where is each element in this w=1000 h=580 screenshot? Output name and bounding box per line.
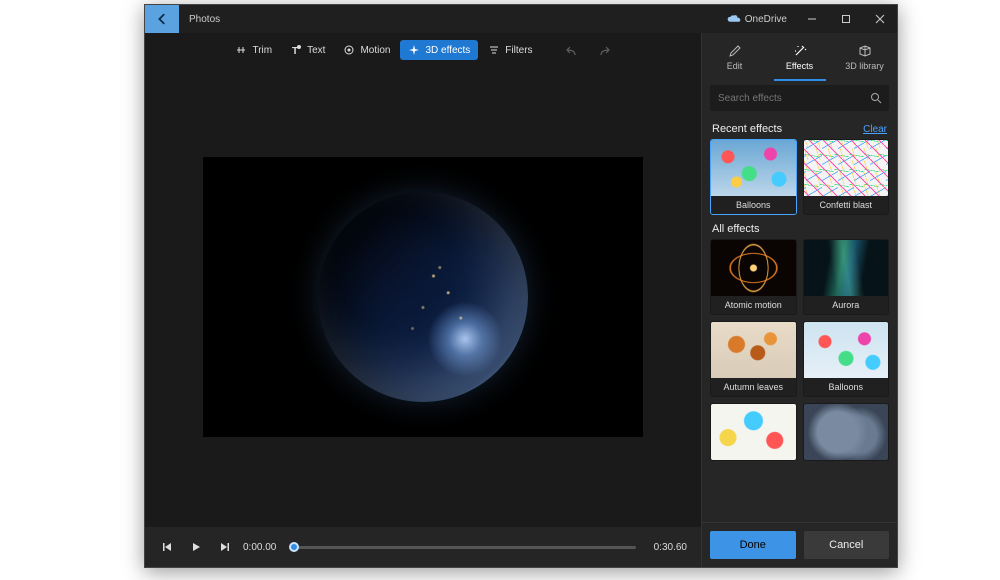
playback-bar: 0:00.00 0:30.60 xyxy=(145,527,701,567)
search-icon[interactable] xyxy=(863,92,889,104)
effects-scroll[interactable]: Recent effects Clear Balloons Confetti bl… xyxy=(702,115,897,522)
tool-motion-label: Motion xyxy=(360,45,390,56)
tool-trim[interactable]: Trim xyxy=(227,40,280,60)
video-content-earth xyxy=(318,192,528,402)
app-title: Photos xyxy=(179,5,230,33)
editor-toolbar: Trim T Text Motion 3D effects Filters xyxy=(145,33,701,67)
tool-motion[interactable]: Motion xyxy=(335,40,398,60)
effect-caption: Balloons xyxy=(804,378,889,396)
filters-icon xyxy=(488,44,500,56)
effect-card-all[interactable]: Atomic motion xyxy=(710,239,797,315)
maximize-button[interactable] xyxy=(829,5,863,33)
effect-card-all[interactable]: Balloons xyxy=(803,321,890,397)
effect-thumbnail xyxy=(711,322,796,378)
all-effects-header: All effects xyxy=(712,223,760,235)
panel-footer: Done Cancel xyxy=(702,522,897,567)
tool-trim-label: Trim xyxy=(252,45,272,56)
effect-thumbnail xyxy=(804,240,889,296)
effect-caption: Autumn leaves xyxy=(711,378,796,396)
effect-card-all[interactable]: Autumn leaves xyxy=(710,321,797,397)
tool-text-label: Text xyxy=(307,45,325,56)
sparkle-icon xyxy=(408,44,420,56)
canvas-area[interactable] xyxy=(145,67,701,527)
onedrive-label: OneDrive xyxy=(745,14,787,25)
minimize-button[interactable] xyxy=(795,5,829,33)
back-button[interactable] xyxy=(145,5,179,33)
tab-3d-library[interactable]: 3D library xyxy=(832,33,897,81)
play-button[interactable] xyxy=(187,538,205,556)
prev-frame-button[interactable] xyxy=(159,538,177,556)
effect-caption: Balloons xyxy=(711,196,796,214)
effect-caption: Atomic motion xyxy=(711,296,796,314)
wand-icon xyxy=(793,44,807,58)
effect-card-all[interactable] xyxy=(803,403,890,461)
effect-thumbnail xyxy=(804,322,889,378)
cloud-icon xyxy=(727,14,741,24)
all-effects-grid: Atomic motion Aurora Autumn leaves Balloons xyxy=(702,239,897,461)
effect-caption: Aurora xyxy=(804,296,889,314)
editor-main: Trim T Text Motion 3D effects Filters xyxy=(145,33,701,567)
tool-filters[interactable]: Filters xyxy=(480,40,540,60)
recent-effects-grid: Balloons Confetti blast xyxy=(702,139,897,215)
tool-3d-effects-label: 3D effects xyxy=(425,45,470,56)
trim-icon xyxy=(235,44,247,56)
tab-effects[interactable]: Effects xyxy=(767,33,832,81)
effect-thumbnail xyxy=(711,404,796,460)
total-time: 0:30.60 xyxy=(654,542,687,553)
video-canvas xyxy=(203,157,643,437)
effect-thumbnail xyxy=(804,140,889,196)
tool-text[interactable]: T Text xyxy=(282,40,333,60)
window-controls xyxy=(795,5,897,33)
undo-button xyxy=(557,40,587,60)
tab-edit-label: Edit xyxy=(727,61,743,71)
tab-edit[interactable]: Edit xyxy=(702,33,767,81)
redo-icon xyxy=(597,44,611,56)
cube-icon xyxy=(858,44,872,58)
tab-3d-library-label: 3D library xyxy=(845,61,884,71)
tool-filters-label: Filters xyxy=(505,45,532,56)
effect-thumbnail xyxy=(804,404,889,460)
side-tabs: Edit Effects 3D library xyxy=(702,33,897,81)
tool-3d-effects[interactable]: 3D effects xyxy=(400,40,478,60)
effect-thumbnail xyxy=(711,240,796,296)
motion-icon xyxy=(343,44,355,56)
search-effects[interactable] xyxy=(710,85,889,111)
effect-caption: Confetti blast xyxy=(804,196,889,214)
recent-effects-header: Recent effects xyxy=(712,123,782,135)
done-button[interactable]: Done xyxy=(710,531,796,559)
effects-panel: Edit Effects 3D library Recent effects xyxy=(701,33,897,567)
timeline-thumb[interactable] xyxy=(289,542,299,552)
close-button[interactable] xyxy=(863,5,897,33)
next-frame-button[interactable] xyxy=(215,538,233,556)
timeline-track[interactable] xyxy=(294,546,635,549)
search-input[interactable] xyxy=(710,93,863,104)
cancel-button[interactable]: Cancel xyxy=(804,531,890,559)
onedrive-button[interactable]: OneDrive xyxy=(719,5,795,33)
current-time: 0:00.00 xyxy=(243,542,276,553)
effect-card-all[interactable] xyxy=(710,403,797,461)
effect-card-all[interactable]: Aurora xyxy=(803,239,890,315)
pencil-icon xyxy=(728,44,742,58)
titlebar: Photos OneDrive xyxy=(145,5,897,33)
effect-thumbnail xyxy=(711,140,796,196)
tab-effects-label: Effects xyxy=(786,61,813,71)
effect-card-recent[interactable]: Balloons xyxy=(710,139,797,215)
redo-button xyxy=(589,40,619,60)
text-icon: T xyxy=(290,44,302,56)
undo-icon xyxy=(565,44,579,56)
effect-card-recent[interactable]: Confetti blast xyxy=(803,139,890,215)
app-window: Photos OneDrive Trim T Text xyxy=(144,4,898,568)
clear-recent-link[interactable]: Clear xyxy=(863,124,887,135)
